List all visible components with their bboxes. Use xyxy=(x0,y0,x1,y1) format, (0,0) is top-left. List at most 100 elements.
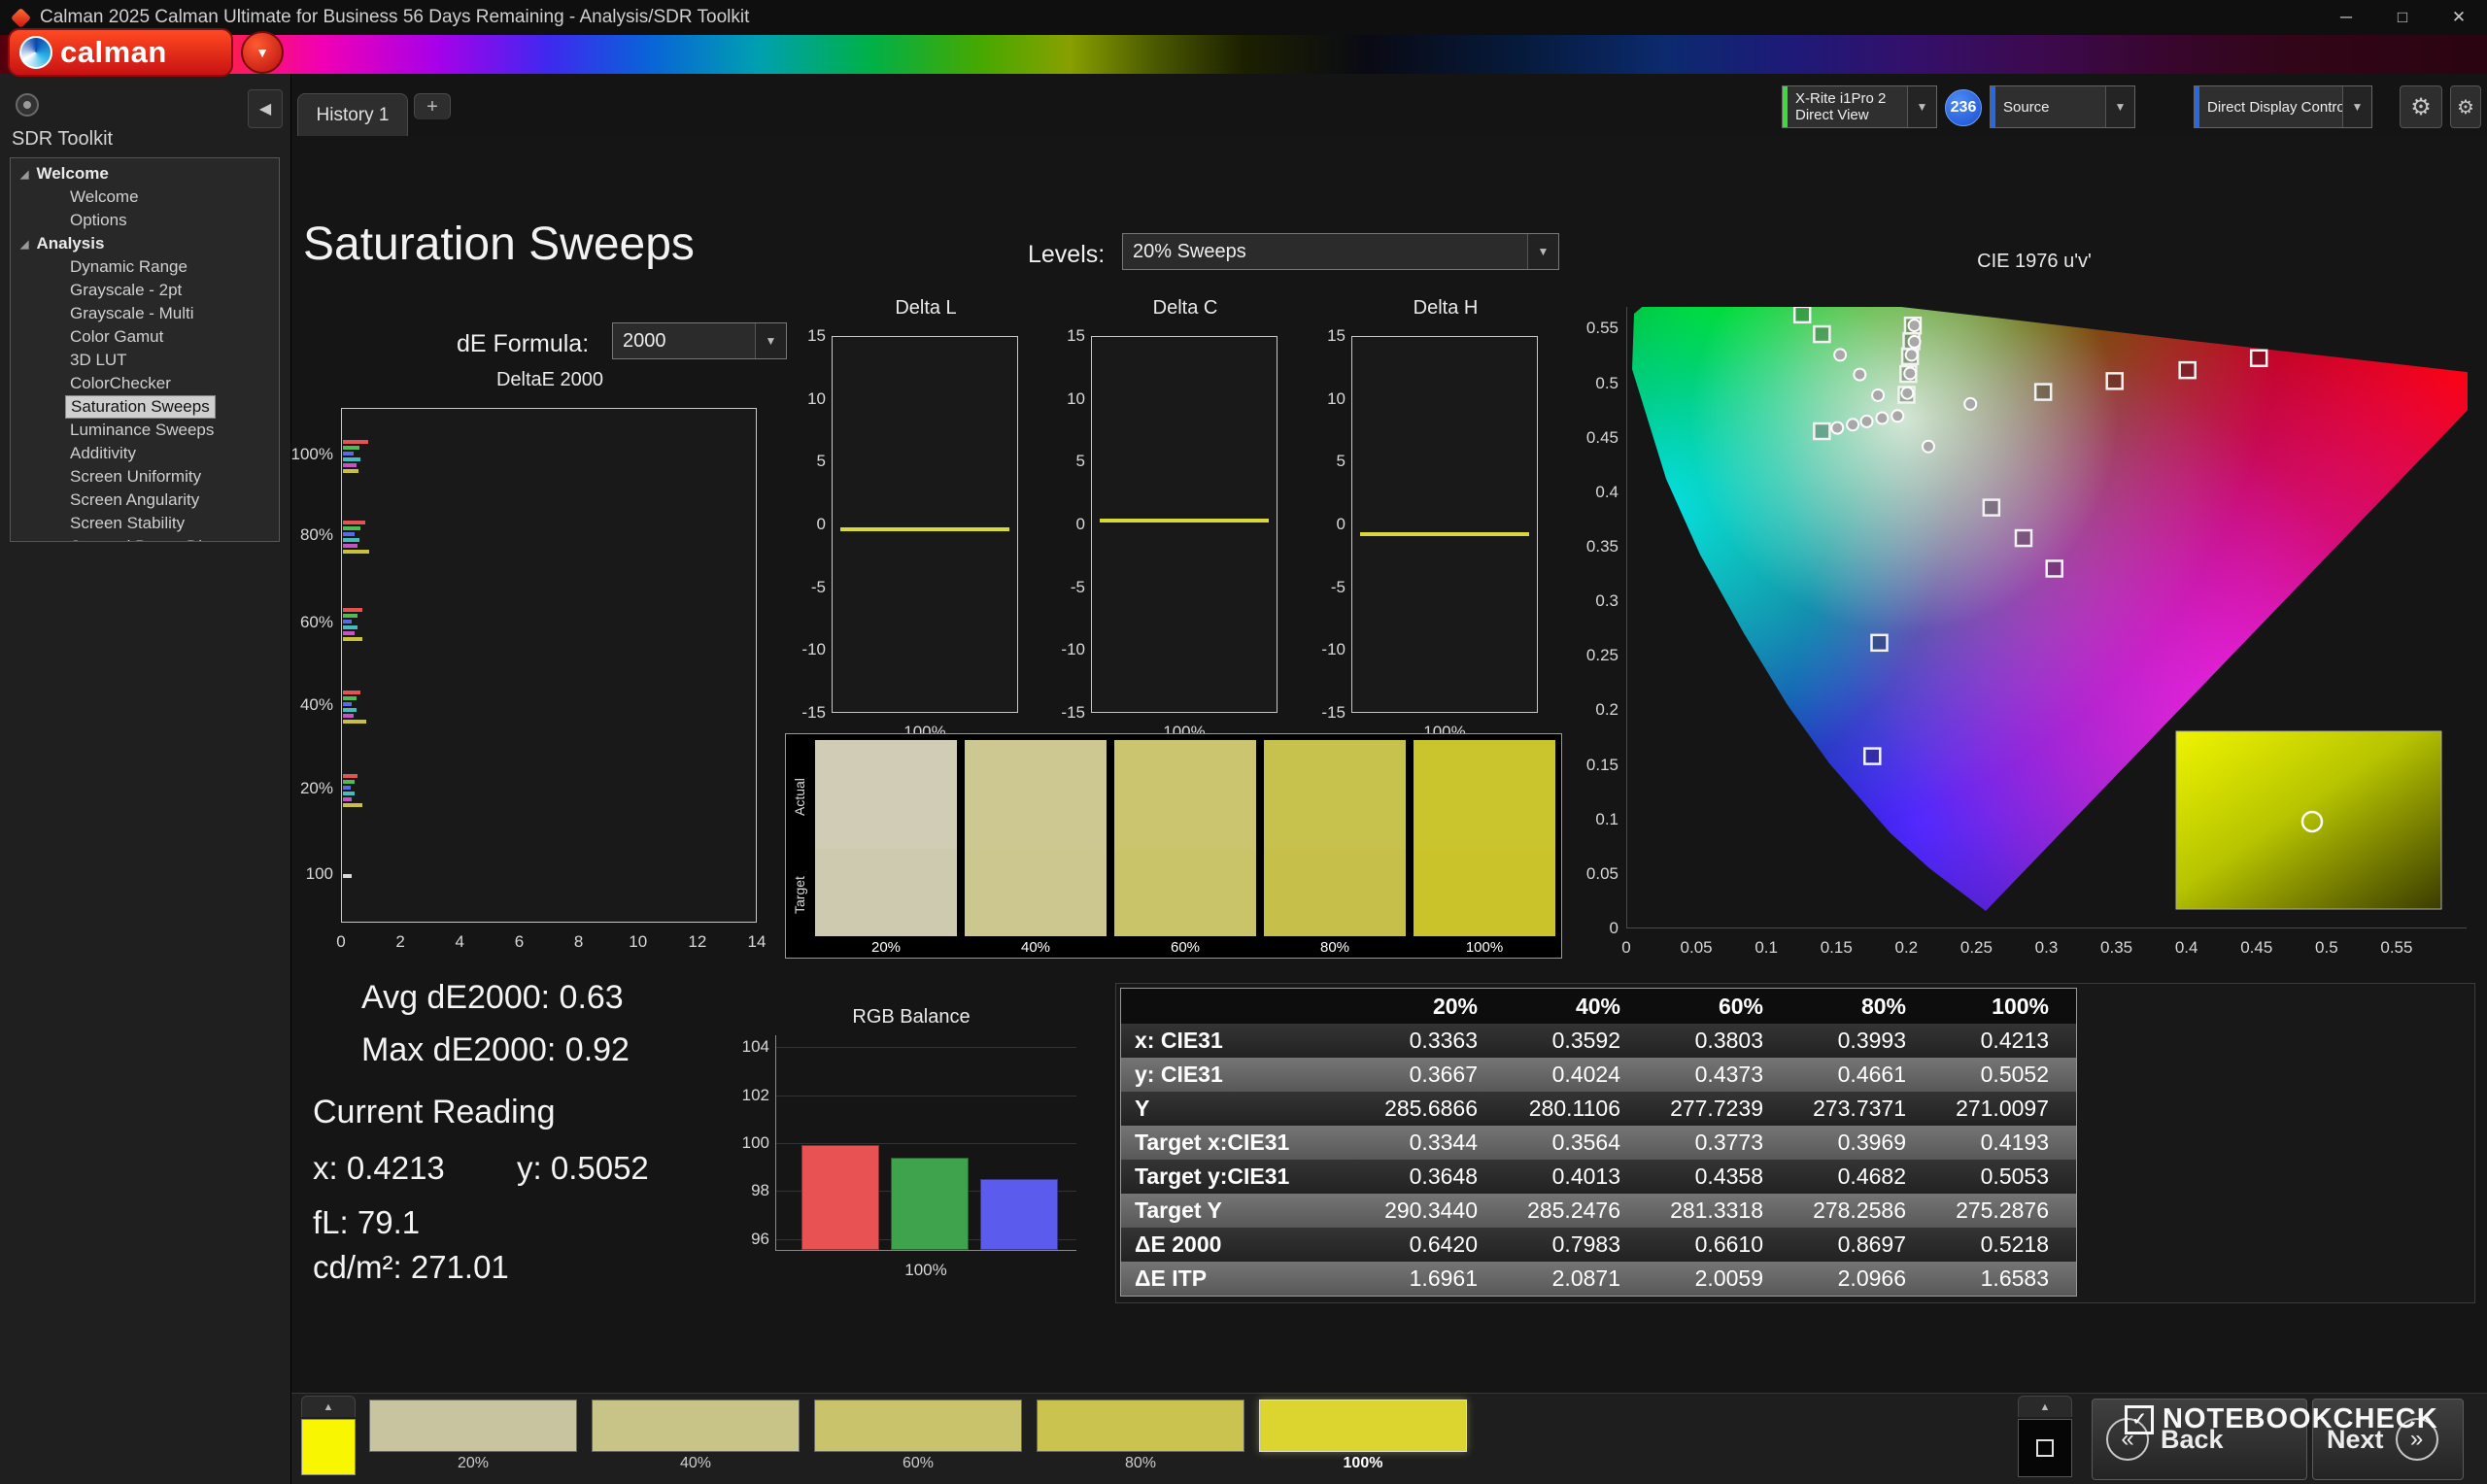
swatch-column-100: 100% xyxy=(1414,740,1555,958)
table-cell: 2.0966 xyxy=(1792,1262,1935,1296)
delta-h-plot xyxy=(1351,336,1538,713)
sidebar-item-additivity[interactable]: Additivity xyxy=(11,442,279,465)
table-cell: 0.5218 xyxy=(1935,1228,2078,1262)
patch-button-40[interactable]: 40% xyxy=(592,1400,800,1477)
pin-dot-icon xyxy=(23,101,31,109)
table-row-target-y: Target Y290.3440285.2476281.3318278.2586… xyxy=(1121,1194,2076,1228)
close-button[interactable]: ✕ xyxy=(2431,0,2487,35)
sidebar-item-screen-stability[interactable]: Screen Stability xyxy=(11,512,279,535)
workflow-settings-button[interactable]: ⚙ xyxy=(2450,85,2481,128)
sidebar-item-saturation-sweeps[interactable]: Saturation Sweeps xyxy=(11,395,279,419)
rgb-balance-chart: RGB Balance 1041021009896100% xyxy=(736,1006,1086,1298)
target-swatch xyxy=(965,849,1107,936)
table-cell: 278.2586 xyxy=(1792,1194,1935,1228)
add-tab-button[interactable]: + xyxy=(414,93,451,119)
levels-dropdown[interactable]: 20% Sweeps ▼ xyxy=(1122,233,1559,270)
column-header: 80% xyxy=(1792,989,1935,1024)
sidebar-item-luminance-sweeps[interactable]: Luminance Sweeps xyxy=(11,419,279,442)
results-table-panel: 20%40%60%80%100%x: CIE310.33630.35920.38… xyxy=(1115,983,2475,1303)
sidebar-item-grayscale-multi[interactable]: Grayscale - Multi xyxy=(11,302,279,325)
sidebar-item-label: Grayscale - 2pt xyxy=(65,280,187,301)
meter-device-name: X-Rite i1Pro 2 xyxy=(1795,90,1907,107)
titlebar: Calman 2025 Calman Ultimate for Business… xyxy=(0,0,2487,35)
expander-icon[interactable]: ◢ xyxy=(20,168,28,181)
axis-label: 98 xyxy=(727,1181,769,1200)
patch-button-60[interactable]: 60% xyxy=(814,1400,1022,1477)
sidebar-item-colorchecker[interactable]: ColorChecker xyxy=(11,372,279,395)
chevron-down-icon: ▼ xyxy=(2105,86,2134,127)
sidebar-item-welcome[interactable]: Welcome xyxy=(11,186,279,209)
sidebar-item-options[interactable]: Options xyxy=(11,209,279,232)
patch-button-20[interactable]: 20% xyxy=(369,1400,577,1477)
axis-label: 0.55 xyxy=(2373,938,2420,958)
row-label: y: CIE31 xyxy=(1121,1058,1364,1092)
pattern-window-tab[interactable]: ▲ xyxy=(2018,1396,2072,1417)
axis-label: 20% xyxy=(277,779,333,798)
target-marker xyxy=(2035,385,2051,400)
patch-button-100[interactable]: 100% xyxy=(1259,1400,1467,1477)
column-header: 40% xyxy=(1507,989,1650,1024)
sidebar-collapse-button[interactable]: ◀ xyxy=(248,89,283,128)
table-cell: 0.4013 xyxy=(1507,1160,1650,1194)
target-marker xyxy=(2016,530,2031,546)
de-bar xyxy=(343,803,362,807)
maximize-button[interactable]: □ xyxy=(2374,0,2431,35)
minimize-button[interactable]: ─ xyxy=(2318,0,2374,35)
axis-label: -10 xyxy=(1305,640,1346,659)
axis-label: 60% xyxy=(277,613,333,632)
measured-marker xyxy=(1854,369,1865,381)
calman-menu-button[interactable]: ▼ xyxy=(241,31,284,74)
axis-label: 102 xyxy=(727,1086,769,1105)
chevron-up-icon: ▲ xyxy=(2040,1401,2051,1413)
axis-label: -5 xyxy=(785,578,826,597)
meter-device-mode: Direct View xyxy=(1795,107,1907,123)
patch-preview-tab[interactable]: ▲ xyxy=(301,1396,356,1417)
tab-history-1[interactable]: History 1 xyxy=(297,93,408,136)
pattern-window-button[interactable] xyxy=(2018,1419,2072,1477)
sidebar-item-color-gamut[interactable]: Color Gamut xyxy=(11,325,279,349)
de-formula-dropdown[interactable]: 2000 ▼ xyxy=(612,322,787,359)
delta-trace-line xyxy=(1360,532,1529,536)
row-label: Target x:CIE31 xyxy=(1121,1126,1364,1160)
chevron-down-icon: ▼ xyxy=(755,323,786,358)
gridline xyxy=(776,1047,1076,1048)
sidebar-item-spectral-power-dist[interactable]: Spectral Power Dist. xyxy=(11,535,279,542)
pin-button[interactable] xyxy=(16,93,39,117)
sidebar-item-3d-lut[interactable]: 3D LUT xyxy=(11,349,279,372)
measured-marker xyxy=(1847,419,1858,430)
settings-gear-button[interactable]: ⚙ xyxy=(2400,85,2442,128)
table-corner xyxy=(1121,989,1364,1024)
target-marker xyxy=(1814,423,1829,439)
chart-title: CIE 1976 u'v' xyxy=(1582,251,2487,273)
axis-label: 0.45 xyxy=(2233,938,2280,958)
cie-chromaticity-diagram xyxy=(1627,307,2468,928)
patch-button-80[interactable]: 80% xyxy=(1037,1400,1244,1477)
measurement-count-badge: 236 xyxy=(1945,89,1982,126)
table-cell: 0.3344 xyxy=(1364,1126,1507,1160)
cie-plot xyxy=(1626,307,2467,928)
cie-inset-preview xyxy=(2176,731,2441,909)
tree-group-welcome[interactable]: ◢Welcome xyxy=(11,162,279,186)
measured-marker xyxy=(1909,336,1921,348)
expander-icon[interactable]: ◢ xyxy=(20,238,28,251)
axis-label: 100 xyxy=(277,864,333,884)
axis-label: 0 xyxy=(1603,938,1650,958)
de-bar xyxy=(343,457,360,461)
current-reading-cdm2: cd/m²: 271.01 xyxy=(313,1249,509,1286)
sidebar-item-grayscale-2pt[interactable]: Grayscale - 2pt xyxy=(11,279,279,302)
brand-gradient-strip xyxy=(0,35,2487,74)
de-bar xyxy=(343,521,365,524)
display-control-dropdown[interactable]: Direct Display Control ▼ xyxy=(2194,85,2372,128)
sidebar-item-screen-angularity[interactable]: Screen Angularity xyxy=(11,489,279,512)
source-dropdown[interactable]: Source ▼ xyxy=(1990,85,2135,128)
axis-label: 0 xyxy=(1044,515,1085,534)
de-bar xyxy=(343,702,352,706)
axis-label: 0.1 xyxy=(1582,810,1618,829)
sidebar-item-screen-uniformity[interactable]: Screen Uniformity xyxy=(11,465,279,489)
axis-label: 10 xyxy=(1044,389,1085,409)
table-cell: 0.3969 xyxy=(1792,1126,1935,1160)
sidebar-item-label: Saturation Sweeps xyxy=(65,395,216,419)
sidebar-item-dynamic-range[interactable]: Dynamic Range xyxy=(11,255,279,279)
meter-device-dropdown[interactable]: X-Rite i1Pro 2 Direct View ▼ xyxy=(1782,85,1937,128)
tree-group-analysis[interactable]: ◢Analysis xyxy=(11,232,279,255)
